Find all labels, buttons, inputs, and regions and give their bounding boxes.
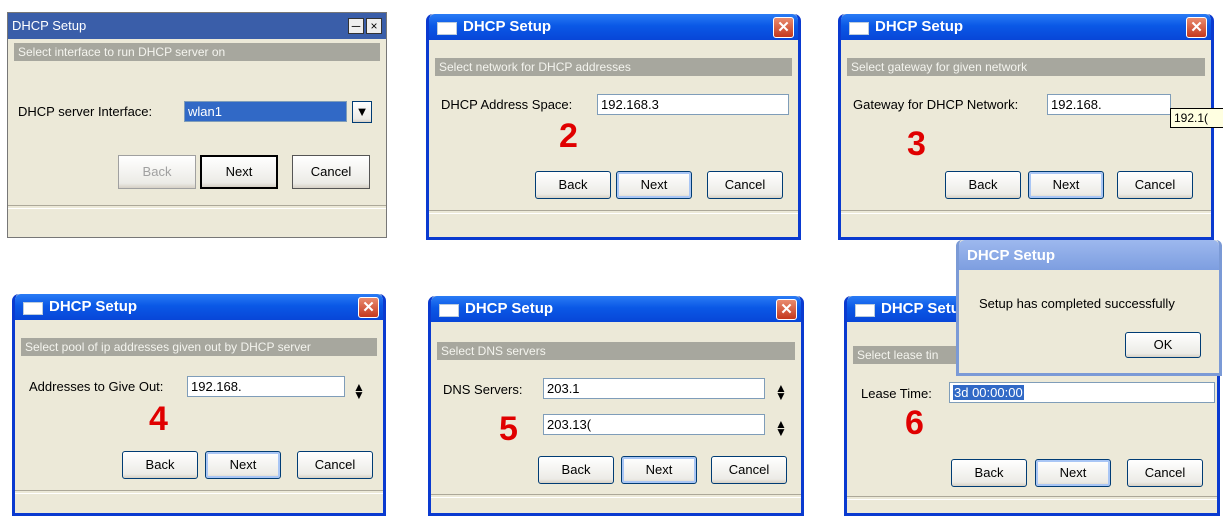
back-button[interactable]: Back (945, 171, 1021, 199)
dropdown-arrow-icon[interactable]: ▼ (352, 101, 372, 123)
lease-time-value: 3d 00:00:00 (953, 385, 1024, 400)
minimize-icon[interactable]: ─ (348, 18, 364, 34)
window-icon (437, 22, 457, 35)
title-bar: DHCP Setup ✕ (15, 294, 383, 320)
back-button[interactable]: Back (538, 456, 614, 484)
address-space-input[interactable]: 192.168.3 (597, 94, 789, 115)
title-bar: DHCP Setup ✕ (429, 14, 798, 40)
close-icon[interactable]: ✕ (358, 297, 379, 318)
back-button[interactable]: Back (951, 459, 1027, 487)
close-icon[interactable]: ✕ (773, 17, 794, 38)
window-title: DHCP Setup (463, 18, 552, 35)
gateway-label: Gateway for DHCP Network: (853, 97, 1019, 112)
gateway-input[interactable]: 192.168. (1047, 94, 1171, 115)
back-button[interactable]: Back (118, 155, 196, 189)
address-space-label: DHCP Address Space: (441, 97, 573, 112)
title-bar: DHCP Setup (959, 240, 1219, 270)
title-bar: DHCP Setup ✕ (431, 296, 801, 322)
window-title: DHCP Setup (967, 247, 1056, 264)
completion-message: Setup has completed successfully (979, 296, 1175, 311)
instruction-band: Select pool of ip addresses given out by… (21, 338, 377, 356)
status-separator (431, 494, 801, 498)
instruction-band: Select gateway for given network (847, 58, 1205, 76)
window-title: DHCP Setup (12, 18, 87, 33)
close-icon[interactable]: ✕ (776, 299, 797, 320)
step-number: 4 (149, 400, 168, 438)
step-number: 5 (499, 410, 518, 448)
next-button[interactable]: Next (205, 451, 281, 479)
dns-label: DNS Servers: (443, 382, 523, 397)
next-button[interactable]: Next (200, 155, 278, 189)
dns-server-1-input[interactable]: 203.1 (543, 378, 765, 399)
step-number: 6 (905, 404, 924, 442)
next-button[interactable]: Next (621, 456, 697, 484)
pool-label: Addresses to Give Out: (29, 379, 164, 394)
cancel-button[interactable]: Cancel (711, 456, 787, 484)
window-icon (439, 304, 459, 317)
cancel-button[interactable]: Cancel (292, 155, 370, 189)
close-icon[interactable]: × (366, 18, 382, 34)
ok-button[interactable]: OK (1125, 332, 1201, 358)
cancel-button[interactable]: Cancel (707, 171, 783, 199)
interface-select[interactable]: wlan1 (184, 101, 347, 122)
instruction-band: Select network for DHCP addresses (435, 58, 792, 76)
step-number: 3 (907, 125, 926, 163)
instruction-band: Select DNS servers (437, 342, 795, 360)
window-icon (23, 302, 43, 315)
next-button[interactable]: Next (616, 171, 692, 199)
dhcp-setup-window-step3: DHCP Setup ✕ Select gateway for given ne… (838, 14, 1214, 240)
cancel-button[interactable]: Cancel (1127, 459, 1203, 487)
close-icon[interactable]: ✕ (1186, 17, 1207, 38)
next-button[interactable]: Next (1035, 459, 1111, 487)
dhcp-setup-window-step5: DHCP Setup ✕ Select DNS servers DNS Serv… (428, 296, 804, 516)
status-separator (841, 210, 1211, 214)
instruction-band: Select interface to run DHCP server on (14, 43, 380, 61)
status-separator (15, 490, 383, 494)
window-title: DHCP Setup (49, 298, 138, 315)
cancel-button[interactable]: Cancel (297, 451, 373, 479)
window-title: DHCP Setup (875, 18, 964, 35)
back-button[interactable]: Back (122, 451, 198, 479)
title-bar: DHCP Setup ✕ (841, 14, 1211, 40)
status-separator (429, 210, 798, 214)
dns2-down-arrow-icon[interactable]: ▼ (775, 424, 787, 440)
title-bar: DHCP Setup ─ × (8, 13, 386, 39)
status-separator (8, 205, 386, 209)
dhcp-setup-window-step2: DHCP Setup ✕ Select network for DHCP add… (426, 14, 801, 240)
interface-label: DHCP server Interface: (18, 104, 153, 119)
lease-time-input[interactable]: 3d 00:00:00 (949, 382, 1215, 403)
dns1-down-arrow-icon[interactable]: ▼ (775, 388, 787, 404)
completion-dialog: DHCP Setup Setup has completed successfu… (956, 240, 1222, 376)
next-button[interactable]: Next (1028, 171, 1104, 199)
dns-server-2-input[interactable]: 203.13( (543, 414, 765, 435)
step-number: 2 (559, 117, 578, 155)
gateway-tooltip: 192.1( (1170, 108, 1223, 128)
down-arrow-icon[interactable]: ▼ (353, 387, 365, 403)
lease-time-label: Lease Time: (861, 386, 932, 401)
dhcp-setup-window-step4: DHCP Setup ✕ Select pool of ip addresses… (12, 294, 386, 516)
back-button[interactable]: Back (535, 171, 611, 199)
pool-input[interactable]: 192.168. (187, 376, 345, 397)
cancel-button[interactable]: Cancel (1117, 171, 1193, 199)
window-icon (849, 22, 869, 35)
status-separator (847, 496, 1217, 500)
window-icon (855, 304, 875, 317)
window-title: DHCP Setup (465, 300, 554, 317)
dhcp-setup-window-step1: DHCP Setup ─ × Select interface to run D… (7, 12, 387, 238)
